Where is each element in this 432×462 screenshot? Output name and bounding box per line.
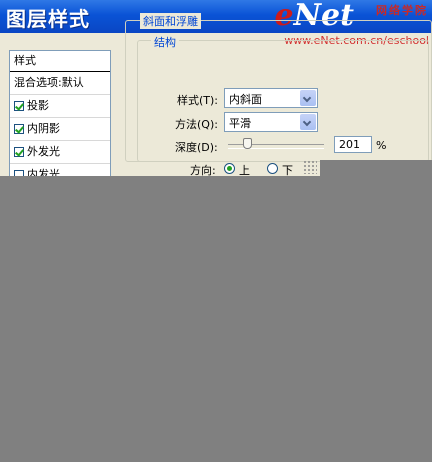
- direction-down-radio[interactable]: [267, 163, 278, 174]
- overlay-region: [0, 176, 432, 462]
- list-item-drop-shadow[interactable]: 投影: [10, 95, 110, 118]
- chevron-down-icon[interactable]: [300, 90, 316, 106]
- watermark-cn-text: 网络学院: [376, 4, 428, 17]
- depth-input[interactable]: 201: [334, 136, 372, 153]
- depth-label: 深度(D):: [175, 141, 218, 154]
- depth-unit: %: [376, 139, 387, 152]
- direction-up-radio[interactable]: [224, 163, 235, 174]
- chevron-down-icon[interactable]: [300, 114, 316, 130]
- structure-title: 结构: [151, 34, 179, 50]
- drop-shadow-checkbox[interactable]: [14, 101, 24, 111]
- technique-select[interactable]: 平滑: [224, 112, 318, 132]
- inner-shadow-checkbox[interactable]: [14, 124, 24, 134]
- bevel-emboss-title: 斜面和浮雕: [140, 13, 201, 29]
- overlay-region-top: [320, 160, 432, 176]
- depth-slider-thumb[interactable]: [243, 138, 252, 149]
- resize-grip-icon: [303, 160, 317, 174]
- style-label: 样式(T):: [177, 94, 219, 107]
- window-title: 图层样式: [6, 7, 90, 31]
- style-select[interactable]: 内斜面: [224, 88, 318, 108]
- list-item-outer-glow[interactable]: 外发光: [10, 141, 110, 164]
- list-item-inner-shadow[interactable]: 内阴影: [10, 118, 110, 141]
- list-item-blending-options[interactable]: 混合选项:默认: [10, 72, 110, 95]
- style-list: 样式 混合选项:默认 投影 内阴影 外发光 内发光: [9, 50, 111, 187]
- style-list-header[interactable]: 样式: [10, 51, 110, 72]
- technique-label: 方法(Q):: [175, 118, 218, 131]
- outer-glow-checkbox[interactable]: [14, 147, 24, 157]
